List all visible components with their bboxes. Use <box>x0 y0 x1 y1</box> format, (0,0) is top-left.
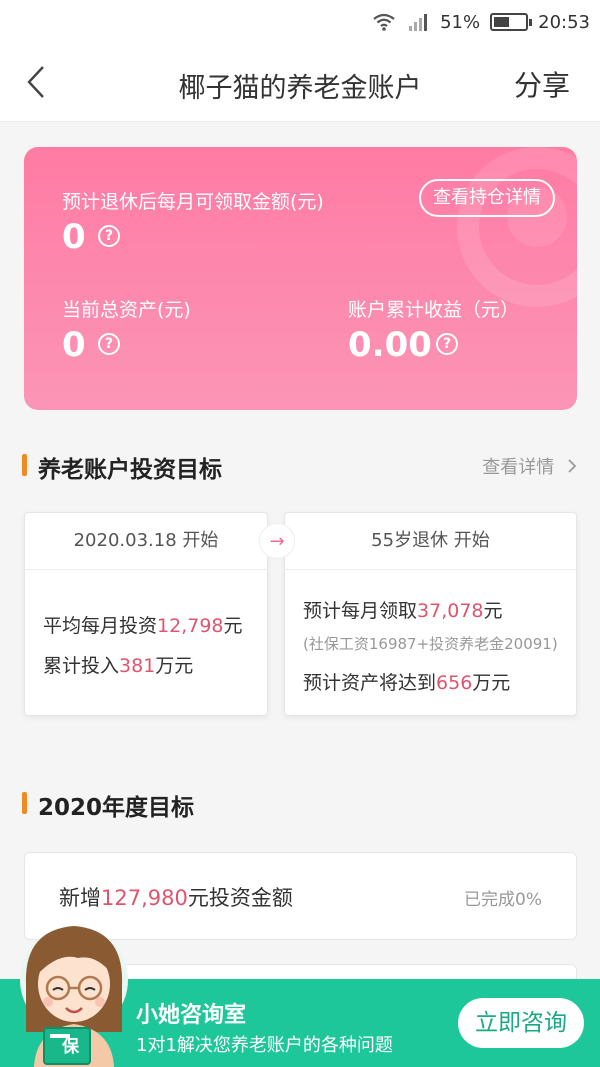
investment-start-card: 2020.03.18 开始 平均每月投资12,798元 累计投入381万元 <box>24 512 268 716</box>
total-invested: 累计投入381万元 <box>43 655 194 677</box>
view-details-link[interactable]: 查看详情 <box>482 453 578 479</box>
cumulative-earnings-label: 账户累计收益（元） <box>348 299 520 321</box>
help-icon[interactable]: ? <box>98 333 120 355</box>
avatar-badge: 保 <box>62 1037 79 1057</box>
section-title: 养老账户投资目标 <box>38 457 222 483</box>
battery-fill <box>494 17 510 27</box>
retirement-card: 55岁退休 开始 预计每月领取37,078元 (社保工资16987+投资养老金2… <box>284 512 577 716</box>
arrow-right-icon: → <box>259 523 295 559</box>
card-head: 55岁退休 开始 <box>285 513 576 570</box>
completion-status: 已完成0% <box>464 890 542 910</box>
chevron-right-icon <box>568 459 577 473</box>
payout-breakdown: (社保工资16987+投资养老金20091) <box>303 635 558 653</box>
avg-monthly-investment: 平均每月投资12,798元 <box>43 615 243 637</box>
total-assets-value: 0 <box>62 325 86 365</box>
goal-section-header: 养老账户投资目标 查看详情 <box>22 450 578 483</box>
signal-icon <box>409 14 428 31</box>
expected-total-assets: 预计资产将达到656万元 <box>303 672 511 694</box>
asset-card: 预计退休后每月可领取金额(元) 0 ? 查看持仓详情 当前总资产(元) 0 ? … <box>24 147 577 410</box>
consult-now-button[interactable]: 立即咨询 <box>458 998 584 1048</box>
section-accent-bar <box>22 792 27 814</box>
help-icon[interactable]: ? <box>98 225 120 247</box>
share-button[interactable]: 分享 <box>514 64 570 104</box>
clock: 20:53 <box>538 11 590 33</box>
section-accent-bar <box>22 454 27 476</box>
battery-icon <box>490 13 533 31</box>
monthly-amount-label: 预计退休后每月可领取金额(元) <box>62 191 324 213</box>
expected-monthly-payout: 预计每月领取37,078元 <box>303 600 503 622</box>
section-title: 2020年度目标 <box>38 795 195 821</box>
view-holdings-button[interactable]: 查看持仓详情 <box>419 179 555 217</box>
nav-bar: 椰子猫的养老金账户 分享 <box>0 44 600 122</box>
monthly-amount-value: 0 <box>62 217 86 257</box>
page-title: 椰子猫的养老金账户 <box>178 73 422 104</box>
total-assets-label: 当前总资产(元) <box>62 299 191 321</box>
wifi-icon <box>373 13 395 31</box>
annual-goal-text: 新增127,980元投资金额 <box>59 886 293 910</box>
annual-section-header: 2020年度目标 <box>22 788 578 821</box>
card-head: 2020.03.18 开始 <box>25 513 267 570</box>
consult-title: 小她咨询室 <box>136 1003 247 1028</box>
battery-percent: 51% <box>440 11 481 33</box>
cumulative-earnings-value: 0.00 <box>348 325 432 365</box>
view-details-label: 查看详情 <box>482 457 555 478</box>
consult-subtitle: 1对1解决您养老账户的各种问题 <box>136 1035 393 1056</box>
help-icon[interactable]: ? <box>436 333 458 355</box>
status-bar: 51% 20:53 <box>0 0 600 44</box>
